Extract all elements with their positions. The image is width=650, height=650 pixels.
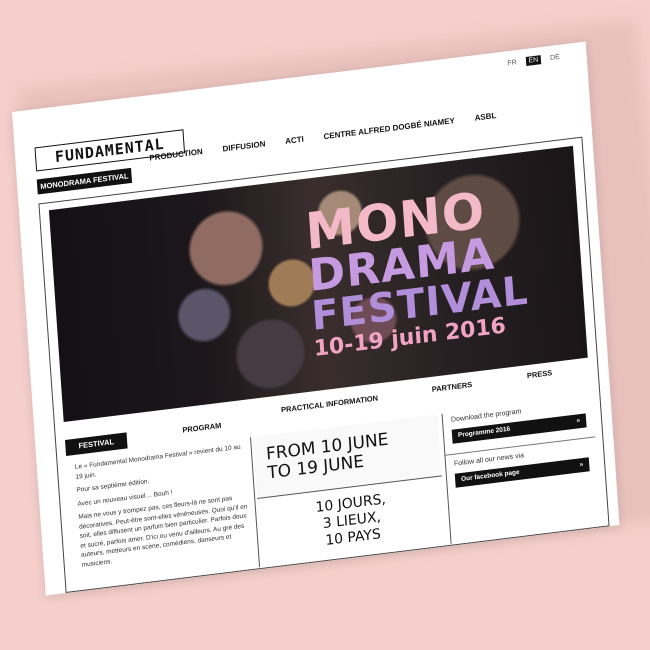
facebook-button-label: Our facebook page [460,468,520,483]
nav-acti[interactable]: ACTI [285,135,304,146]
tab-program[interactable]: PROGRAM [182,421,222,435]
language-switcher: FR EN DE [504,52,563,68]
download-button-label: Programme 2016 [457,425,511,440]
tab-partners[interactable]: PARTNERS [432,380,473,394]
arrow-icon: » [579,461,584,469]
nav-diffusion[interactable]: DIFFUSION [222,139,265,153]
lang-en[interactable]: EN [525,55,542,67]
intro-text: Le « Fundamental Monodrama Festival » re… [66,437,261,590]
nav-asbl[interactable]: ASBL [474,111,496,123]
website-screenshot: FR EN DE FUNDAMENTAL PRODUCTION DIFFUSIO… [12,41,620,596]
lang-de[interactable]: DE [547,52,563,63]
hero-title: MONO DRAMA FESTIVAL 10-19 juin 2016 [304,181,531,362]
site-logo[interactable]: FUNDAMENTAL [34,129,186,172]
festival-facts: FROM 10 JUNE TO 19 JUNE 10 JOURS, 3 LIEU… [252,414,447,567]
arrow-icon: » [576,417,581,425]
tab-press[interactable]: PRESS [527,368,553,380]
sidebar: Download the program Programme 2016 » Fo… [441,395,602,544]
section-badge[interactable]: MONODRAMA FESTIVAL [36,167,133,195]
lang-fr[interactable]: FR [504,58,520,69]
nav-centre[interactable]: CENTRE ALFRED DOGBÉ NIAMEY [323,116,455,141]
tab-practical-information[interactable]: PRACTICAL INFORMATION [281,394,379,415]
